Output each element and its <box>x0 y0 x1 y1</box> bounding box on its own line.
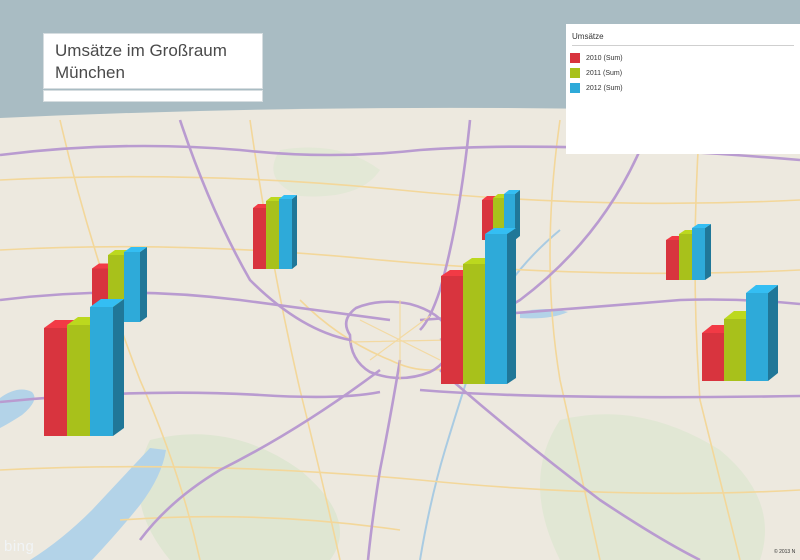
bar-east-0[interactable] <box>702 333 724 381</box>
bar-side <box>768 285 778 381</box>
bing-logo: bing <box>4 538 35 555</box>
bar-nw-2[interactable] <box>279 199 292 269</box>
bar-center-2[interactable] <box>485 234 507 384</box>
map-viewport[interactable]: Umsätze im Großraum München Umsätze 2010… <box>0 0 800 560</box>
bar-side <box>140 247 147 322</box>
legend-swatch <box>570 68 580 78</box>
bar-sw-2[interactable] <box>90 307 113 436</box>
map-title: Umsätze im Großraum München <box>55 41 227 82</box>
bar-east-2[interactable] <box>746 293 768 381</box>
bar-side <box>705 224 711 280</box>
bar-center-0[interactable] <box>441 276 463 384</box>
legend-title: Umsätze <box>572 32 604 41</box>
bar-nw-1[interactable] <box>266 201 279 269</box>
legend-divider <box>572 45 794 46</box>
legend-label: 2011 (Sum) <box>586 69 623 77</box>
bar-west-2[interactable] <box>124 252 140 322</box>
copyright-notice: © 2013 N <box>774 549 796 555</box>
bar-sw-0[interactable] <box>44 328 67 436</box>
bar-nw-0[interactable] <box>253 208 266 269</box>
title-card[interactable]: Umsätze im Großraum München <box>44 34 262 88</box>
legend-item-2012[interactable]: 2012 (Sum) <box>570 82 623 94</box>
legend-swatch <box>570 53 580 63</box>
legend-label: 2012 (Sum) <box>586 84 623 92</box>
bar-side <box>292 195 297 269</box>
legend-label: 2010 (Sum) <box>586 54 623 62</box>
title-subbar <box>44 91 262 101</box>
bar-ne-1[interactable] <box>679 234 692 280</box>
legend-item-2011[interactable]: 2011 (Sum) <box>570 67 622 79</box>
bar-east-1[interactable] <box>724 319 746 381</box>
bar-center-1[interactable] <box>463 264 485 384</box>
bar-ne-2[interactable] <box>692 228 705 280</box>
legend-swatch <box>570 83 580 93</box>
bar-sw-1[interactable] <box>67 325 90 436</box>
legend-panel[interactable]: Umsätze 2010 (Sum) 2011 (Sum) 2012 (Sum) <box>566 24 800 154</box>
bar-ne-0[interactable] <box>666 240 679 280</box>
bar-cluster-nw[interactable] <box>253 195 297 269</box>
legend-item-2010[interactable]: 2010 (Sum) <box>570 52 623 64</box>
bar-side <box>507 228 516 384</box>
bar-side <box>113 299 124 436</box>
